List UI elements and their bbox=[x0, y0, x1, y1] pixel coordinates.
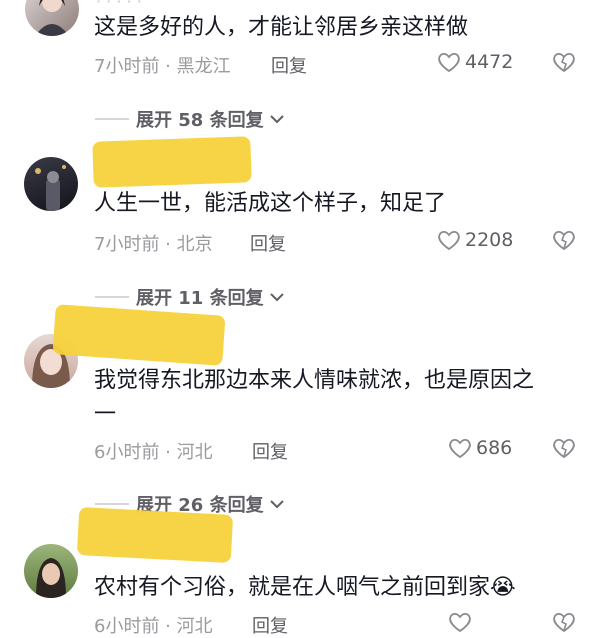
heart-icon bbox=[438, 230, 460, 251]
divider bbox=[95, 118, 129, 120]
expand-replies[interactable]: 展开 58 条回复 bbox=[136, 106, 286, 132]
like-count: 4472 bbox=[465, 51, 514, 73]
avatar-image bbox=[35, 0, 69, 36]
divider bbox=[95, 296, 129, 298]
comment-text: 农村有个习俗，就是在人咽气之前回到家😭 bbox=[94, 573, 516, 603]
like-button[interactable]: 2208 bbox=[437, 229, 513, 251]
dislike-button[interactable] bbox=[552, 611, 576, 637]
broken-heart-icon bbox=[553, 230, 575, 251]
redaction-mark bbox=[52, 304, 226, 366]
comment-time-location: 6小时前 · 河北 bbox=[94, 616, 213, 637]
heart-icon bbox=[449, 612, 471, 633]
comment-time-location: 7小时前 · 北京 bbox=[94, 234, 213, 255]
dislike-button[interactable] bbox=[552, 437, 576, 463]
redaction-mark bbox=[76, 507, 234, 563]
redaction-mark bbox=[92, 136, 252, 188]
comment-text: 我觉得东北那边本来人情味就浓，也是原因之 一 bbox=[94, 366, 564, 430]
avatar[interactable] bbox=[24, 544, 78, 598]
chevron-down-icon bbox=[269, 500, 284, 509]
reply-button[interactable]: 回复 bbox=[252, 438, 288, 464]
comment-text: 这是多好的人，才能让邻居乡亲这样做 bbox=[94, 15, 469, 40]
like-button[interactable]: 686 bbox=[448, 437, 512, 459]
comment-text-line: 我觉得东北那边本来人情味就浓，也是原因之 bbox=[94, 368, 535, 393]
avatar[interactable] bbox=[25, 0, 79, 36]
dislike-button[interactable] bbox=[552, 51, 576, 77]
like-button[interactable] bbox=[448, 611, 472, 637]
reply-button[interactable]: 回复 bbox=[252, 612, 288, 638]
like-button[interactable]: 4472 bbox=[437, 51, 513, 73]
expand-replies-label: 展开 58 条回复 bbox=[136, 110, 264, 131]
broken-heart-icon bbox=[553, 52, 575, 73]
chevron-down-icon bbox=[269, 293, 284, 302]
like-count: 686 bbox=[476, 437, 513, 459]
avatar-image bbox=[35, 165, 66, 211]
broken-heart-icon bbox=[553, 438, 575, 459]
expand-replies[interactable]: 展开 11 条回复 bbox=[136, 284, 286, 310]
like-count: 2208 bbox=[465, 229, 514, 251]
heart-icon bbox=[438, 52, 460, 73]
comment-text-body: 农村有个习俗，就是在人咽气之前回到家 bbox=[94, 575, 491, 600]
avatar[interactable] bbox=[24, 157, 78, 211]
comment-time-location: 6小时前 · 河北 bbox=[94, 442, 213, 463]
avatar-image bbox=[36, 558, 66, 598]
reply-button[interactable]: 回复 bbox=[250, 230, 286, 256]
username[interactable]: · · · · · bbox=[96, 0, 142, 11]
crying-face-icon: 😭 bbox=[490, 575, 516, 600]
dislike-button[interactable] bbox=[552, 229, 576, 255]
heart-icon bbox=[449, 438, 471, 459]
broken-heart-icon bbox=[553, 612, 575, 633]
comment-time-location: 7小时前 · 黑龙江 bbox=[94, 56, 231, 77]
reply-button[interactable]: 回复 bbox=[271, 52, 307, 78]
divider bbox=[95, 503, 129, 505]
comment-text: 人生一世，能活成这个样子，知足了 bbox=[94, 191, 447, 216]
chevron-down-icon bbox=[269, 115, 284, 124]
expand-replies-label: 展开 11 条回复 bbox=[136, 288, 264, 309]
comment-text-line: 一 bbox=[94, 402, 117, 427]
